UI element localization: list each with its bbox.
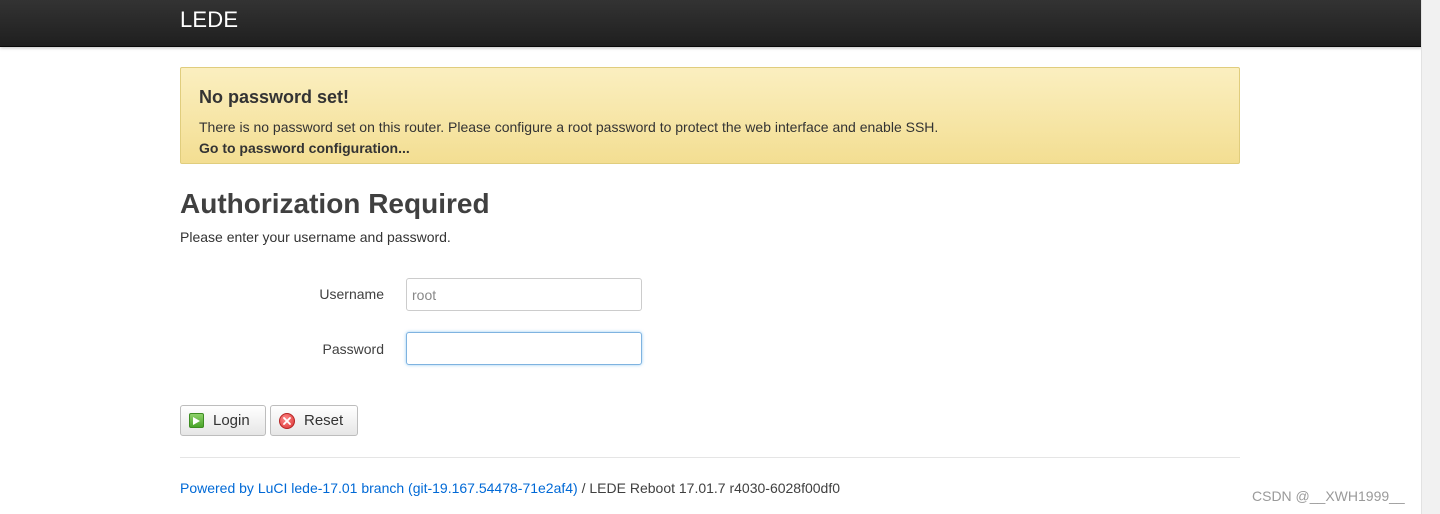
username-label: Username xyxy=(319,286,384,302)
vertical-scrollbar[interactable] xyxy=(1421,0,1440,514)
password-input[interactable] xyxy=(406,332,642,365)
top-navbar: LEDE xyxy=(0,0,1422,47)
footer-divider xyxy=(180,457,1240,458)
page: LEDE No password set! There is no passwo… xyxy=(0,0,1422,514)
luci-powered-link[interactable]: Powered by LuCI lede-17.01 branch (git-1… xyxy=(180,480,578,496)
login-icon xyxy=(189,413,204,428)
page-title: Authorization Required xyxy=(180,188,490,219)
watermark-text: CSDN @__XWH1999__ xyxy=(1252,488,1405,504)
username-input[interactable] xyxy=(406,278,642,311)
page-subtitle: Please enter your username and password. xyxy=(180,229,451,245)
password-config-link[interactable]: Go to password configuration... xyxy=(199,140,410,156)
alert-title: No password set! xyxy=(199,87,350,107)
footer-version: / LEDE Reboot 17.01.7 r4030-6028f00df0 xyxy=(577,480,841,496)
brand-logo-link[interactable]: LEDE xyxy=(180,7,238,33)
login-button[interactable]: Login xyxy=(180,405,266,436)
reset-button-label: Reset xyxy=(304,412,344,429)
reset-button[interactable]: Reset xyxy=(270,405,358,436)
no-password-alert: No password set! There is no password se… xyxy=(180,67,1240,164)
footer: Powered by LuCI lede-17.01 branch (git-1… xyxy=(180,480,840,496)
reset-icon xyxy=(279,412,295,429)
login-button-label: Login xyxy=(213,412,250,429)
alert-message: There is no password set on this router.… xyxy=(199,119,939,135)
password-label: Password xyxy=(322,341,384,357)
